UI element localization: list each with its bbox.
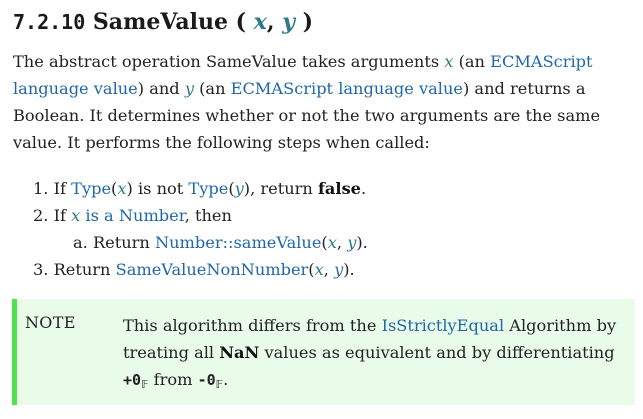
var-x[interactable]: x	[328, 233, 337, 252]
var-x[interactable]: x	[315, 260, 324, 279]
heading-arg-x[interactable]: x	[254, 9, 267, 35]
nan-term: NaN	[219, 343, 260, 362]
var-y[interactable]: y	[347, 233, 356, 252]
section-number: 7.2.10	[13, 10, 86, 34]
algorithm-steps: 1. If Type(x) is not Type(y), return fal…	[0, 175, 368, 283]
heading-arg-y[interactable]: y	[282, 9, 295, 35]
number-samevalue-link[interactable]: Number::sameValue	[155, 233, 321, 252]
spec-section: 7.2.10 SameValue ( x, y ) The abstract o…	[0, 0, 643, 419]
type-link[interactable]: Type	[71, 179, 111, 198]
isstrictlyequal-link[interactable]: IsStrictlyEqual	[382, 316, 505, 335]
var-x[interactable]: x	[117, 179, 126, 198]
var-y[interactable]: y	[334, 260, 343, 279]
step-3: 3. Return SameValueNonNumber(x, y).	[33, 260, 355, 279]
var-y[interactable]: y	[185, 79, 194, 98]
false-literal: false	[317, 179, 361, 198]
ecmascript-language-value-link-2[interactable]: ECMAScript language value	[231, 79, 463, 98]
var-x[interactable]: x	[71, 206, 80, 225]
note-text: This algorithm differs from the IsStrict…	[123, 316, 617, 391]
note-label: NOTE	[25, 313, 76, 332]
is-a-number-link[interactable]: is a Number	[80, 206, 184, 225]
step-2: 2. If x is a Number, then	[33, 206, 232, 225]
section-heading: 7.2.10 SameValue ( x, y )	[13, 9, 314, 35]
float-subscript: 𝔽	[215, 378, 224, 391]
section-title: SameValue	[92, 9, 228, 35]
note-box: NOTE This algorithm differs from the IsS…	[12, 299, 635, 405]
samevaluenonnumber-link[interactable]: SameValueNonNumber	[116, 260, 309, 279]
type-link[interactable]: Type	[188, 179, 228, 198]
positive-zero: +0𝔽	[123, 371, 149, 391]
var-y[interactable]: y	[235, 179, 244, 198]
step-1: 1. If Type(x) is not Type(y), return fal…	[33, 179, 367, 198]
negative-zero: -0𝔽	[197, 371, 224, 391]
step-2a: a. Return Number::sameValue(x, y).	[73, 233, 368, 252]
intro-paragraph: The abstract operation SameValue takes a…	[13, 52, 601, 152]
